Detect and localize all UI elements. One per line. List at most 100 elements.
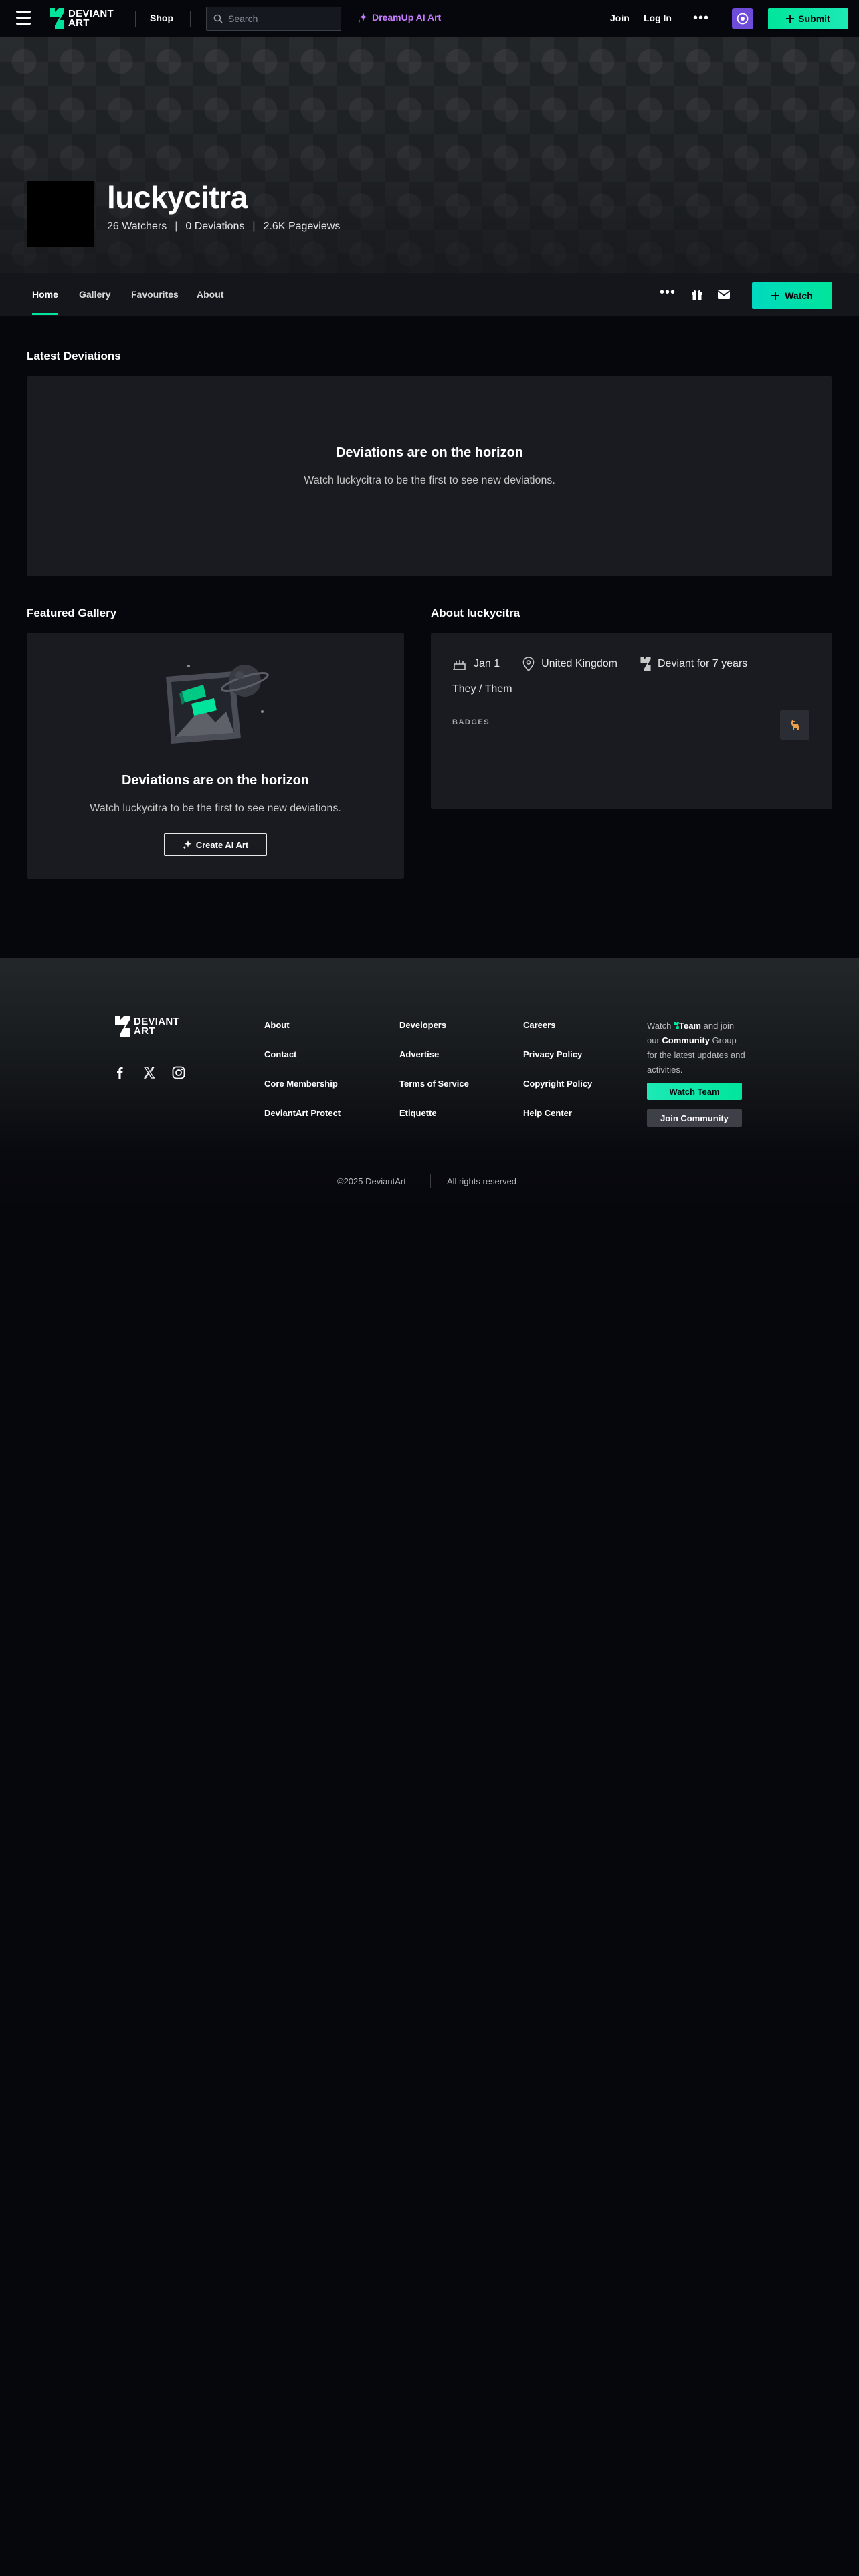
badges-label: BADGES xyxy=(452,718,490,726)
about-card: Jan 1 United Kingdom Deviant for 7 years… xyxy=(431,633,832,809)
about-details: Jan 1 United Kingdom Deviant for 7 years xyxy=(452,657,770,671)
create-ai-art-button[interactable]: Create AI Art xyxy=(164,833,267,856)
tab-about[interactable]: About xyxy=(197,289,223,300)
blurb-watch: Watch xyxy=(647,1021,672,1031)
core-membership-button[interactable] xyxy=(732,8,753,29)
profile-username: luckycitra xyxy=(107,180,248,215)
footer: DEVIANT ART About Contact Core Membershi… xyxy=(0,958,859,1212)
latest-deviations-card: Deviations are on the horizon Watch luck… xyxy=(27,376,832,576)
footer-link-terms[interactable]: Terms of Service xyxy=(399,1079,469,1089)
pronouns: They / Them xyxy=(452,683,512,695)
blurb-community: Community xyxy=(662,1035,710,1045)
footer-link-core-membership[interactable]: Core Membership xyxy=(264,1079,338,1089)
about-title: About luckycitra xyxy=(431,607,520,619)
member-since: Deviant for 7 years xyxy=(640,657,747,671)
dreamup-link[interactable]: DreamUp AI Art xyxy=(357,12,441,23)
location: United Kingdom xyxy=(522,657,617,671)
deviantart-logo-icon xyxy=(674,1022,679,1029)
instagram-icon[interactable] xyxy=(171,1065,186,1080)
footer-link-careers[interactable]: Careers xyxy=(523,1020,555,1030)
watch-team-button[interactable]: Watch Team xyxy=(647,1083,742,1100)
featured-gallery-title: Featured Gallery xyxy=(27,607,117,619)
footer-logo-text: DEVIANT ART xyxy=(134,1016,179,1037)
empty-state-subtext: Watch luckycitra to be the first to see … xyxy=(304,475,555,486)
footer-link-contact[interactable]: Contact xyxy=(264,1049,296,1059)
divider xyxy=(135,11,136,27)
member-duration-value: Deviant for 7 years xyxy=(657,658,748,669)
pageviews-count: 2.6K Pageviews xyxy=(263,221,341,232)
copyright-text: ©2025 DeviantArt xyxy=(337,1176,406,1186)
empty-state-subtext: Watch luckycitra to be the first to see … xyxy=(90,802,341,814)
facebook-icon[interactable] xyxy=(112,1065,127,1080)
sparkle-icon xyxy=(357,13,367,23)
footer-link-deviantart-protect[interactable]: DeviantArt Protect xyxy=(264,1108,341,1118)
shop-link[interactable]: Shop xyxy=(150,13,173,23)
deviantart-logo-icon xyxy=(115,1016,130,1037)
logo-text-line2: ART xyxy=(68,17,90,29)
footer-link-privacy[interactable]: Privacy Policy xyxy=(523,1049,582,1059)
divider xyxy=(430,1174,431,1188)
dreamup-label: DreamUp AI Art xyxy=(372,12,442,23)
birthday: Jan 1 xyxy=(452,657,500,671)
active-tab-indicator xyxy=(32,313,58,315)
menu-icon[interactable] xyxy=(16,11,32,25)
empty-state-heading: Deviations are on the horizon xyxy=(335,445,524,460)
footer-link-advertise[interactable]: Advertise xyxy=(399,1049,439,1059)
footer-link-etiquette[interactable]: Etiquette xyxy=(399,1108,437,1118)
profile-banner xyxy=(0,37,859,273)
logo-text: DEVIANT ART xyxy=(68,9,114,28)
more-menu-button[interactable]: ••• xyxy=(693,11,709,26)
plus-icon xyxy=(786,15,795,23)
rights-text: All rights reserved xyxy=(447,1176,517,1186)
location-value: United Kingdom xyxy=(541,658,617,669)
watchers-count[interactable]: 26 Watchers xyxy=(107,221,167,233)
blurb-team: Team xyxy=(678,1021,701,1031)
empty-state-heading: Deviations are on the horizon xyxy=(121,773,310,788)
join-link[interactable]: Join xyxy=(610,13,630,23)
search-input[interactable] xyxy=(228,13,335,24)
footer-logo[interactable]: DEVIANT ART xyxy=(115,1016,179,1037)
core-badge-icon xyxy=(737,13,749,25)
deviantart-logo-icon xyxy=(50,8,64,29)
stats-separator: | xyxy=(252,221,256,232)
deviantart-logo[interactable]: DEVIANT ART xyxy=(50,8,114,29)
message-icon[interactable] xyxy=(717,288,731,301)
logo-text-line2: ART xyxy=(134,1025,155,1037)
llama-badge-icon xyxy=(791,720,799,730)
latest-deviations-title: Latest Deviations xyxy=(27,350,121,362)
footer-community-blurb: Watch Team and join our Community Group … xyxy=(647,1018,747,1077)
tab-favourites[interactable]: Favourites xyxy=(131,289,179,300)
watch-button[interactable]: Watch xyxy=(752,282,832,309)
badge-item[interactable] xyxy=(780,710,809,740)
search-box[interactable] xyxy=(206,7,341,31)
dreamup-icon xyxy=(182,840,192,849)
profile-stats: 26 Watchers | 0 Deviations | 2.6K Pagevi… xyxy=(107,221,340,233)
tab-home[interactable]: Home xyxy=(32,289,58,300)
footer-link-copyright-policy[interactable]: Copyright Policy xyxy=(523,1079,592,1089)
gift-icon[interactable] xyxy=(690,288,704,301)
join-community-button[interactable]: Join Community xyxy=(647,1109,742,1127)
profile-tab-bar: Home Gallery Favourites About ••• Watch xyxy=(0,273,859,316)
submit-button[interactable]: Submit xyxy=(768,8,848,29)
divider xyxy=(190,11,191,27)
plus-icon xyxy=(771,292,780,300)
empty-gallery-illustration-icon xyxy=(166,665,269,744)
footer-link-developers[interactable]: Developers xyxy=(399,1020,446,1030)
deviantart-logo-icon xyxy=(640,657,651,671)
avatar[interactable] xyxy=(27,181,94,247)
footer-link-about[interactable]: About xyxy=(264,1020,290,1030)
tab-gallery[interactable]: Gallery xyxy=(79,289,110,300)
login-link[interactable]: Log In xyxy=(644,13,672,23)
featured-gallery-card: Deviations are on the horizon Watch luck… xyxy=(27,633,404,879)
x-twitter-icon[interactable] xyxy=(142,1065,157,1080)
watch-label: Watch xyxy=(785,290,813,301)
birthday-cake-icon xyxy=(453,660,466,670)
search-icon xyxy=(213,14,223,23)
birthday-value: Jan 1 xyxy=(474,658,500,669)
top-navigation-bar: DEVIANT ART Shop DreamUp AI Art Join Log… xyxy=(0,0,859,37)
deviations-count: 0 Deviations xyxy=(185,221,245,232)
profile-more-button[interactable]: ••• xyxy=(660,285,676,300)
footer-link-help-center[interactable]: Help Center xyxy=(523,1108,572,1118)
stats-separator: | xyxy=(175,221,178,232)
submit-label: Submit xyxy=(798,13,830,24)
